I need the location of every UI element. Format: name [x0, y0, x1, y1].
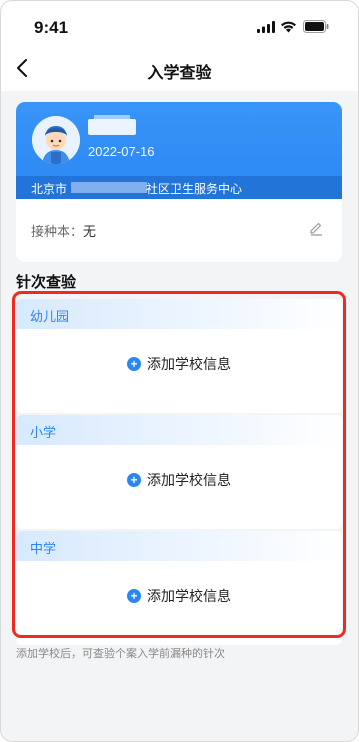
nav-bar: 入学查验 — [1, 45, 358, 91]
page-title: 入学查验 — [147, 65, 212, 82]
avatar — [32, 116, 80, 164]
vaccine-book-value: 无 — [83, 224, 97, 239]
panel-label: 中学 — [30, 541, 57, 556]
add-school-label: 添加学校信息 — [147, 588, 231, 604]
edit-pencil-icon[interactable] — [308, 220, 324, 236]
vaccine-book-label: 接种本： — [31, 224, 84, 239]
panel-label: 幼儿园 — [30, 309, 70, 324]
signal-icon — [257, 21, 275, 33]
child-avatar-icon — [32, 116, 80, 164]
wifi-icon — [281, 21, 296, 33]
panel-header: 小学 — [16, 415, 342, 445]
child-info-card: 2022-07-16 北京市 社区卫生服务中心 接种本：无 — [16, 102, 342, 262]
site-city: 北京市 — [31, 182, 68, 196]
child-birthdate: 2022-07-16 — [88, 144, 155, 159]
site-name-redacted — [71, 182, 147, 193]
school-panel-kindergarten: 幼儿园 + 添加学校信息 — [16, 299, 342, 413]
status-bar: 9:41 — [1, 1, 358, 45]
status-time: 9:41 — [34, 18, 69, 37]
plus-circle-icon: + — [127, 473, 141, 487]
panel-header: 中学 — [16, 531, 342, 561]
child-name-redacted — [88, 115, 136, 135]
battery-icon — [303, 20, 329, 33]
add-school-button[interactable]: + 添加学校信息 — [16, 470, 342, 490]
panel-label: 小学 — [30, 425, 57, 440]
phone-frame: 9:41 入学查验 2022-07-16 北京市 社区卫生服务中心 接种本：无 … — [0, 0, 359, 742]
vaccination-site-bar: 北京市 社区卫生服务中心 — [16, 176, 342, 199]
vaccine-book-row: 接种本：无 — [31, 221, 96, 240]
add-school-button[interactable]: + 添加学校信息 — [16, 586, 342, 606]
add-school-label: 添加学校信息 — [147, 472, 231, 488]
site-suffix: 社区卫生服务中心 — [146, 182, 243, 196]
school-panel-primary: 小学 + 添加学校信息 — [16, 415, 342, 529]
section-title: 针次查验 — [16, 274, 77, 291]
footer-note: 添加学校后，可查验个案入学前漏种的针次 — [16, 648, 225, 660]
plus-circle-icon: + — [127, 357, 141, 371]
add-school-button[interactable]: + 添加学校信息 — [16, 354, 342, 374]
school-panel-middle: 中学 + 添加学校信息 — [16, 531, 342, 645]
plus-circle-icon: + — [127, 589, 141, 603]
child-header: 2022-07-16 北京市 社区卫生服务中心 — [16, 102, 342, 199]
add-school-label: 添加学校信息 — [147, 356, 231, 372]
panel-header: 幼儿园 — [16, 299, 342, 329]
